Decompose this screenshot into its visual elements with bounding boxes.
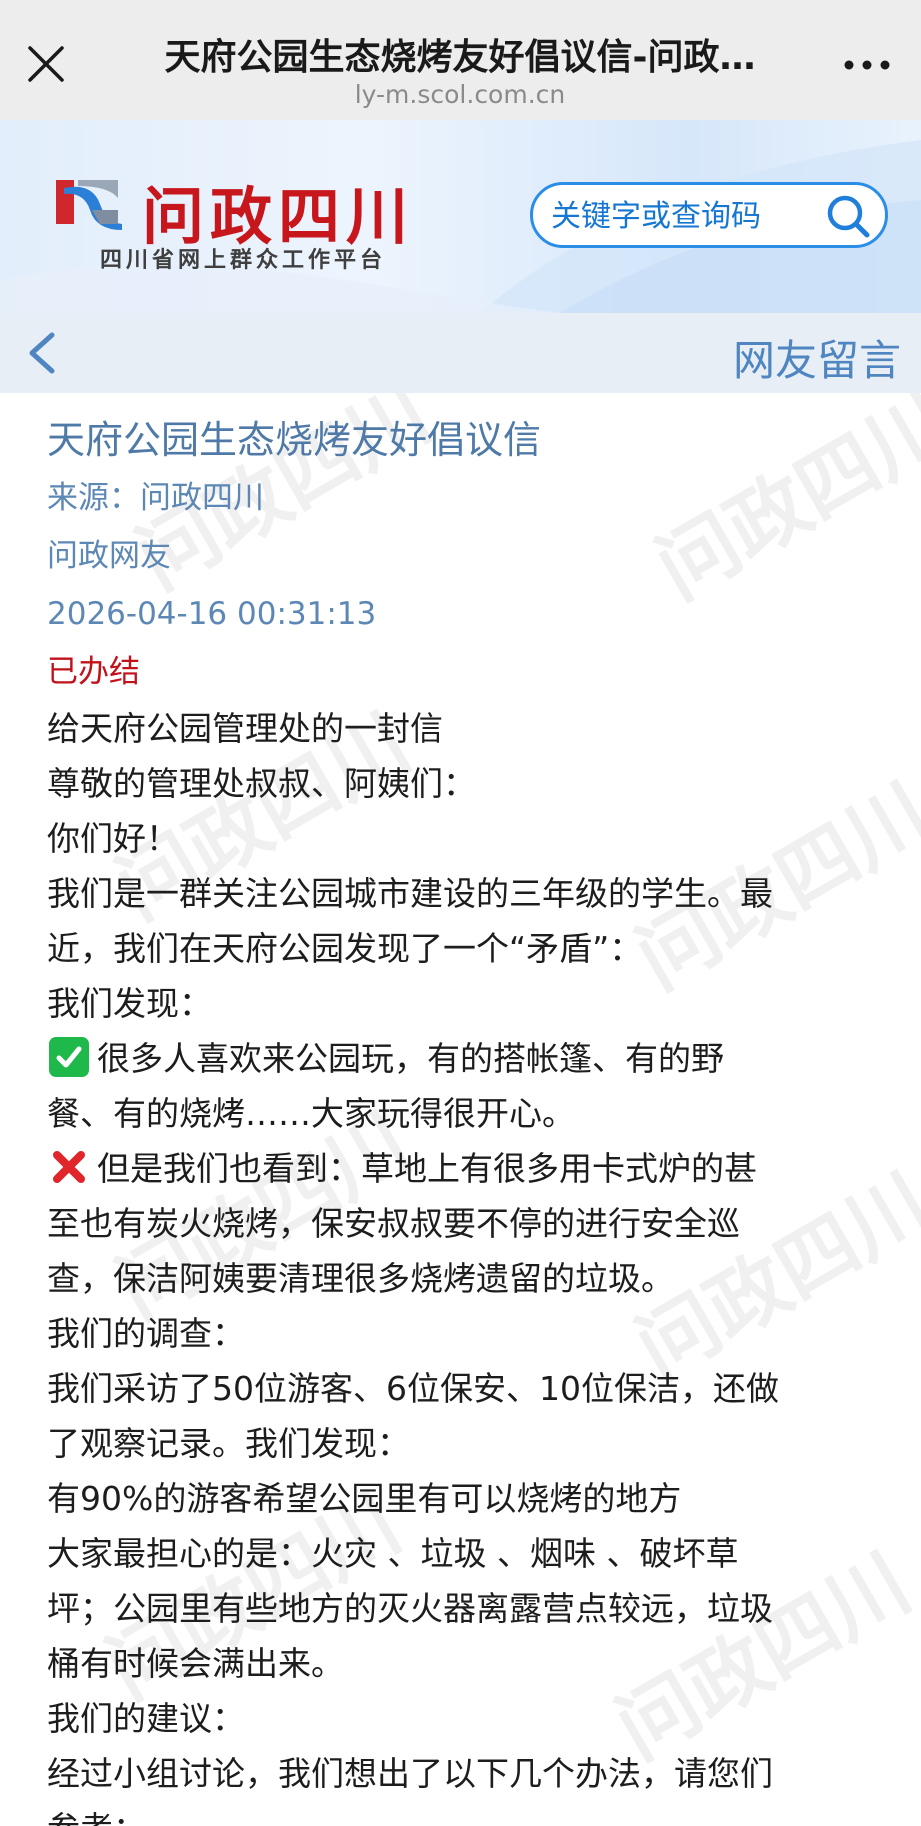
body-line: 我们的建议： bbox=[47, 1699, 245, 1738]
webview-page-title: 天府公园生态烧烤友好倡议信-问政… bbox=[164, 37, 756, 78]
body-line-with-emoji: 很多人喜欢来公园玩，有的搭帐篷、有的野 bbox=[47, 1031, 877, 1086]
site-banner: 问政四川 四川省网上群众工作平台 bbox=[0, 120, 921, 313]
status-badge: 已办结 bbox=[47, 654, 140, 690]
article-datetime: 2026-04-16 00:31:13 bbox=[47, 596, 377, 632]
body-line: 我们的调查： bbox=[47, 1314, 245, 1353]
body-line: 坪；公园里有些地方的灭火器离露营点较远，垃圾 bbox=[47, 1589, 773, 1628]
body-line: 查，保洁阿姨要清理很多烧烤遗留的垃圾。 bbox=[47, 1259, 674, 1298]
webview-url: ly-m.scol.com.cn bbox=[354, 80, 566, 109]
body-line: 我们是一群关注公园城市建设的三年级的学生。最 bbox=[47, 874, 773, 913]
section-title: 网友留言 bbox=[732, 336, 901, 385]
check-mark-emoji-icon bbox=[49, 1037, 89, 1077]
more-options-button[interactable] bbox=[839, 50, 895, 80]
body-line: 我们发现： bbox=[47, 984, 212, 1023]
body-line: 给天府公园管理处的一封信 bbox=[47, 709, 443, 748]
body-line: 尊敬的管理处叔叔、阿姨们： bbox=[47, 764, 476, 803]
site-logo-icon bbox=[52, 174, 124, 234]
body-line: 你们好！ bbox=[47, 819, 179, 858]
article-author: 问政网友 bbox=[47, 538, 171, 574]
body-line: 了观察记录。我们发现： bbox=[47, 1424, 410, 1463]
body-line: 至也有炭火烧烤，保安叔叔要不停的进行安全巡 bbox=[47, 1204, 740, 1243]
body-line-text: 很多人喜欢来公园玩，有的搭帐篷、有的野 bbox=[97, 1039, 724, 1078]
search-input[interactable] bbox=[549, 185, 813, 247]
article-title: 天府公园生态烧烤友好倡议信 bbox=[47, 418, 542, 462]
close-button[interactable] bbox=[26, 44, 66, 84]
body-line-text: 但是我们也看到：草地上有很多用卡式炉的甚 bbox=[97, 1149, 757, 1188]
webview-title-bar: 天府公园生态烧烤友好倡议信-问政… ly-m.scol.com.cn bbox=[0, 0, 921, 120]
body-line: 近，我们在天府公园发现了一个“矛盾”： bbox=[47, 929, 643, 968]
body-line: 参考： bbox=[47, 1801, 877, 1826]
body-line: 经过小组讨论，我们想出了以下几个办法，请您们 bbox=[47, 1754, 773, 1793]
body-line: 我们采访了50位游客、6位保安、10位保洁，还做 bbox=[47, 1369, 779, 1408]
body-line: 有90%的游客希望公园里有可以烧烤的地方 bbox=[47, 1479, 682, 1518]
back-button[interactable] bbox=[22, 329, 62, 377]
body-line: 桶有时候会满出来。 bbox=[47, 1644, 344, 1683]
article: 天府公园生态烧烤友好倡议信 来源：问政四川 问政网友 2026-04-16 00… bbox=[47, 415, 877, 1826]
message-content[interactable]: 问政四川 问政四川 问政四川 问政四川 问政四川 问政四川 问政四川 问政四川 … bbox=[0, 393, 921, 1826]
more-dots-icon bbox=[844, 60, 890, 70]
body-line: 大家最担心的是：火灾 、垃圾 、烟味 、破坏草 bbox=[47, 1534, 739, 1573]
article-source: 来源：问政四川 bbox=[47, 480, 264, 516]
body-line-with-emoji: 但是我们也看到：草地上有很多用卡式炉的甚 bbox=[47, 1141, 877, 1196]
search-icon bbox=[827, 195, 870, 238]
site-logo-subtitle: 四川省网上群众工作平台 bbox=[100, 248, 387, 273]
close-icon bbox=[28, 46, 64, 82]
search-box bbox=[530, 182, 888, 248]
search-button[interactable] bbox=[825, 193, 871, 239]
cross-mark-emoji-icon bbox=[49, 1147, 89, 1187]
chevron-left-icon bbox=[29, 332, 55, 374]
body-line: 餐、有的烧烤……大家玩得很开心。 bbox=[47, 1094, 575, 1133]
section-header: 网友留言 bbox=[0, 313, 921, 393]
